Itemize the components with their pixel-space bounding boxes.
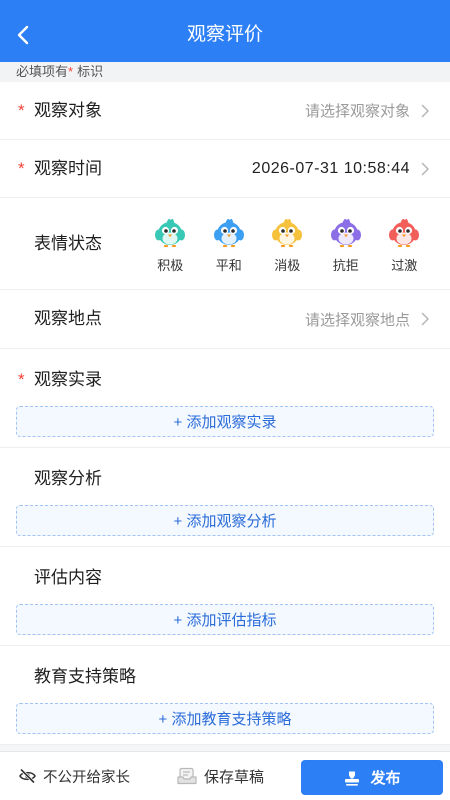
time-row[interactable]: * 观察时间 2026-07-31 10:58:44	[0, 140, 450, 198]
notice-prefix: 必填项有	[16, 64, 69, 79]
add-education-strategy-button[interactable]: + 添加教育支持策略	[16, 703, 434, 734]
subject-placeholder: 请选择观察对象	[304, 103, 410, 120]
emotion-option-label: 积极	[157, 258, 184, 273]
section-label: 观察实录	[34, 370, 102, 389]
blue-bird-icon	[213, 218, 244, 248]
emotion-option-label: 过激	[391, 258, 418, 273]
subject-label: 观察对象	[34, 100, 102, 120]
draft-icon	[177, 767, 197, 785]
observation-evaluation-page: 观察评价 必填项有* 标识 * 观察对象 请选择观察对象 * 观察时间 2026-…	[0, 0, 450, 800]
emotion-option-negative[interactable]: 消极	[258, 215, 317, 274]
required-mark: *	[68, 64, 74, 79]
chevron-right-icon	[421, 104, 429, 117]
chevron-right-icon	[421, 162, 429, 175]
add-observation-analysis-button[interactable]: + 添加观察分析	[16, 505, 434, 536]
location-picker[interactable]: 请选择观察地点	[305, 309, 429, 330]
section-header: 观察分析	[16, 467, 434, 491]
emotion-label: 表情状态	[34, 233, 102, 253]
add-assessment-indicator-button[interactable]: + 添加评估指标	[16, 604, 434, 635]
required-notice: 必填项有* 标识	[0, 62, 450, 82]
emotion-row: 表情状态 积极 平和 消极 抗拒 过激	[0, 198, 450, 290]
required-mark: *	[18, 100, 25, 120]
back-button[interactable]	[10, 22, 36, 48]
hide-from-parents-toggle[interactable]: 不公开给家长	[19, 752, 130, 800]
subject-row[interactable]: * 观察对象 请选择观察对象	[0, 82, 450, 140]
required-mark: *	[18, 158, 25, 178]
add-observation-record-button[interactable]: + 添加观察实录	[16, 406, 434, 437]
emotion-option-label: 抗拒	[332, 258, 359, 273]
assessment-content-section: 评估内容 + 添加评估指标	[0, 547, 450, 646]
location-label: 观察地点	[34, 309, 102, 328]
publish-icon	[345, 771, 360, 786]
red-bird-icon	[389, 218, 420, 248]
time-picker[interactable]: 2026-07-31 10:58:44	[252, 160, 429, 178]
section-header: 评估内容	[16, 566, 434, 590]
location-row[interactable]: 观察地点 请选择观察地点	[0, 290, 450, 349]
emotion-option-label: 平和	[215, 258, 242, 273]
yellow-bird-icon	[272, 218, 303, 248]
observation-analysis-section: 观察分析 + 添加观察分析	[0, 448, 450, 547]
observation-record-section: * 观察实录 + 添加观察实录	[0, 349, 450, 448]
location-placeholder: 请选择观察地点	[304, 311, 410, 329]
header-bar: 观察评价	[0, 0, 450, 62]
chevron-right-icon	[421, 312, 429, 326]
emotion-option-positive[interactable]: 积极	[141, 215, 200, 274]
publish-label: 发布	[370, 770, 401, 787]
page-title: 观察评价	[186, 24, 263, 45]
save-draft-button[interactable]: 保存草稿	[177, 752, 264, 800]
emotion-option-calm[interactable]: 平和	[200, 215, 259, 274]
teal-bird-icon	[155, 218, 186, 248]
emotion-option-label: 消极	[274, 258, 301, 273]
emotion-option-agitated[interactable]: 过激	[375, 215, 434, 274]
chevron-left-icon	[17, 25, 29, 45]
eye-slash-icon	[19, 769, 36, 783]
required-mark: *	[18, 370, 25, 389]
section-label: 观察分析	[34, 469, 102, 488]
publish-button[interactable]: 发布	[301, 760, 443, 795]
emotion-options: 积极 平和 消极 抗拒 过激	[141, 215, 434, 274]
education-strategy-section: 教育支持策略 + 添加教育支持策略	[0, 646, 450, 745]
save-draft-label: 保存草稿	[204, 768, 265, 786]
time-value: 2026-07-31 10:58:44	[251, 159, 410, 177]
notice-suffix: 标识	[77, 64, 104, 79]
emotion-option-resistant[interactable]: 抗拒	[317, 215, 376, 274]
section-header: * 观察实录	[16, 368, 434, 392]
purple-bird-icon	[330, 218, 361, 248]
footer-bar: 不公开给家长 保存草稿 发布	[0, 751, 450, 800]
section-label: 评估内容	[34, 568, 102, 587]
hide-from-parents-label: 不公开给家长	[43, 769, 130, 786]
time-label: 观察时间	[34, 158, 102, 178]
subject-picker[interactable]: 请选择观察对象	[305, 100, 429, 121]
section-label: 教育支持策略	[34, 667, 136, 686]
section-header: 教育支持策略	[16, 665, 434, 689]
